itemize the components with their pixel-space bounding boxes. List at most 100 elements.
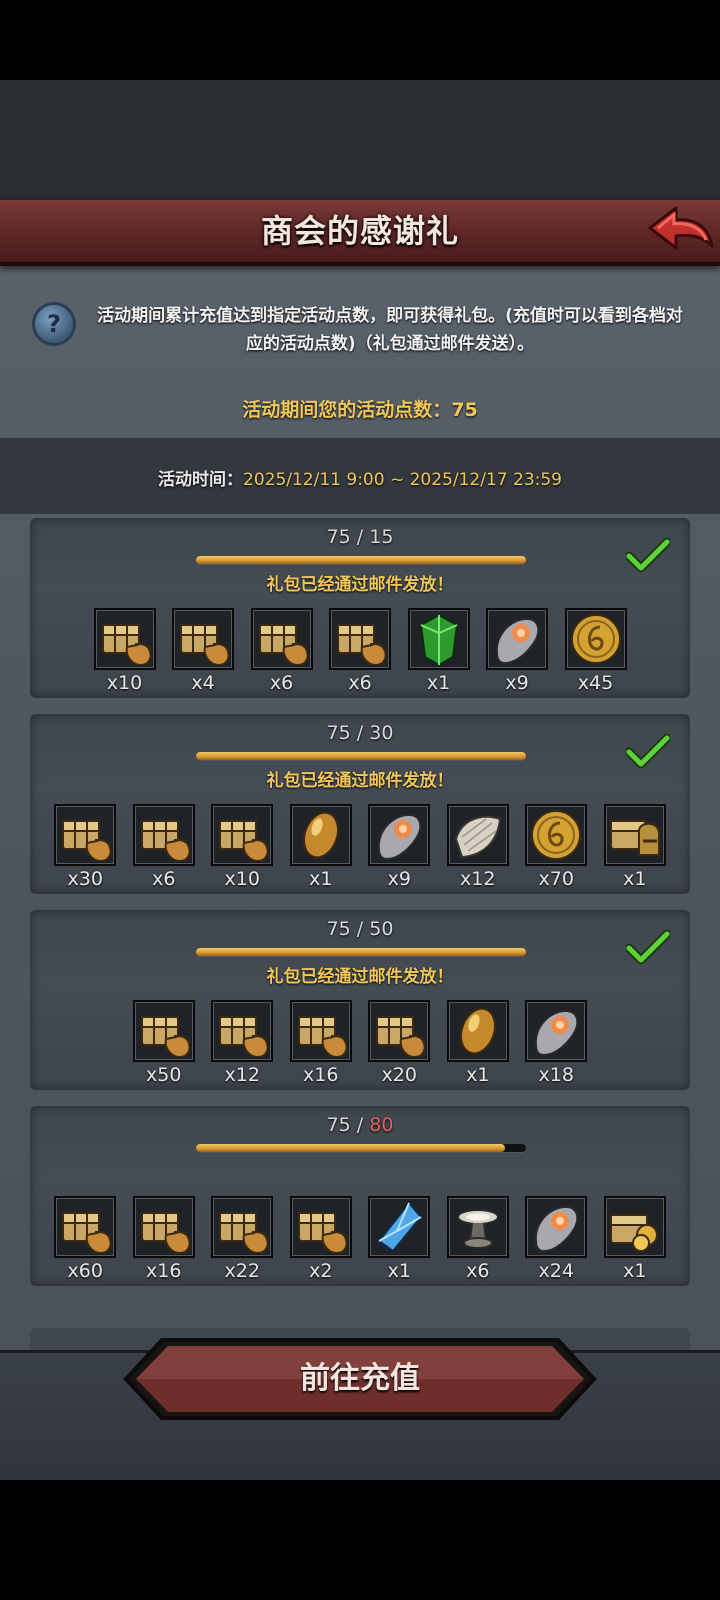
reward-item[interactable]: x12: [446, 804, 509, 892]
reward-item[interactable]: x30: [54, 804, 117, 892]
reward-quantity: x70: [538, 868, 574, 890]
reward-icon-frame: [603, 1196, 666, 1258]
event-description: 活动期间累计充值达到指定活动点数，即可获得礼包。(充值时可以看到各档对应的活动点…: [97, 306, 683, 354]
reward-item[interactable]: x2: [289, 1196, 352, 1284]
reward-icon-frame: [93, 608, 156, 670]
back-arrow-icon: [648, 206, 714, 250]
reward-icon-frame: [446, 1000, 509, 1062]
reward-item[interactable]: x16: [132, 1196, 195, 1284]
reward-item[interactable]: x6: [250, 608, 313, 696]
reward-item[interactable]: x22: [211, 1196, 274, 1284]
tier-status: 礼包已经通过邮件发放！: [266, 575, 454, 595]
reward-quantity: x1: [426, 672, 451, 694]
reward-quantity: x10: [224, 868, 260, 890]
reward-item[interactable]: x12: [211, 1000, 274, 1088]
blue-crystal-icon: [377, 1201, 423, 1253]
back-button[interactable]: [646, 202, 716, 258]
reward-item[interactable]: x60: [54, 1196, 117, 1284]
reward-icon-frame: [132, 1000, 195, 1062]
activity-points: 活动期间您的活动点数：75: [242, 399, 478, 421]
reward-item[interactable]: x50: [132, 1000, 195, 1088]
tier-separator: /: [350, 526, 370, 548]
chest-helmet-icon: [609, 820, 660, 856]
chest-bag-icon: [101, 624, 151, 665]
reward-item[interactable]: x6: [132, 804, 195, 892]
reward-icon-frame: [525, 1000, 588, 1062]
reward-quantity: x6: [466, 1260, 490, 1282]
reward-icon-frame: [368, 1000, 431, 1062]
reward-icon-frame: [172, 608, 234, 670]
reward-item[interactable]: x45: [564, 608, 627, 696]
reward-quantity: x22: [224, 1260, 260, 1282]
reward-item[interactable]: x6: [446, 1196, 509, 1284]
reward-icon-frame: [289, 1000, 352, 1062]
reward-icon-frame: [54, 804, 117, 866]
reward-item[interactable]: x9: [486, 608, 548, 696]
reward-item[interactable]: x9: [368, 804, 431, 892]
reward-quantity: x20: [381, 1064, 417, 1086]
reward-item[interactable]: x20: [368, 1000, 431, 1088]
reward-quantity: x18: [538, 1064, 574, 1086]
reward-icon-frame: [368, 804, 431, 866]
reward-quantity: x1: [623, 1260, 647, 1282]
reward-item[interactable]: x16: [289, 1000, 352, 1088]
event-time-label: 活动时间：: [158, 470, 243, 490]
reward-item[interactable]: x1: [603, 804, 666, 892]
reward-icon-frame: [525, 804, 588, 866]
reward-item[interactable]: x10: [93, 608, 156, 696]
chest-bag-icon: [140, 1212, 190, 1253]
reward-quantity: x30: [67, 868, 103, 890]
reward-item[interactable]: x24: [525, 1196, 588, 1284]
reward-item[interactable]: x1: [368, 1196, 431, 1284]
reward-item[interactable]: x10: [211, 804, 274, 892]
chest-bag-icon: [297, 1212, 347, 1253]
reward-quantity: x16: [146, 1260, 182, 1282]
green-crystal-icon: [419, 613, 458, 665]
tier-progress-text: 75 / 50: [30, 918, 690, 940]
reward-item[interactable]: x1: [446, 1000, 509, 1088]
reward-quantity: x4: [191, 672, 215, 694]
reward-icon-frame: [250, 608, 313, 670]
chest-bag-icon: [140, 1016, 190, 1057]
reward-quantity: x6: [152, 868, 176, 890]
stone-icon: [495, 617, 540, 665]
tier-progress-bar: [196, 1144, 526, 1152]
tier-progress-fill: [196, 752, 526, 760]
reward-item[interactable]: x1: [407, 608, 470, 696]
tier-required-points: 30: [369, 722, 394, 744]
reward-item[interactable]: x4: [172, 608, 234, 696]
reward-quantity: x45: [577, 672, 614, 694]
reward-quantity: x24: [538, 1260, 574, 1282]
chest-bag-icon: [337, 624, 386, 665]
reward-icon-frame: [446, 804, 509, 866]
status-bar-area: [0, 0, 720, 80]
reward-icon-frame: [289, 1196, 352, 1258]
reward-item[interactable]: x18: [525, 1000, 588, 1088]
reward-icon-frame: [54, 1196, 117, 1258]
tier-separator: /: [350, 918, 370, 940]
gold-egg-icon: [459, 1007, 496, 1055]
reward-icon-frame: [289, 804, 352, 866]
reward-icon-frame: [211, 1000, 274, 1062]
reward-icon-frame: [211, 1196, 274, 1258]
gold-egg-icon: [302, 811, 339, 859]
reward-item[interactable]: x70: [525, 804, 588, 892]
reward-icon-frame: [132, 804, 195, 866]
reward-icon-frame: [525, 1196, 588, 1258]
tier-progress-fill: [196, 1144, 506, 1152]
reward-quantity: x60: [67, 1260, 103, 1282]
chest-bag-icon: [219, 1016, 269, 1057]
reward-quantity: x9: [505, 672, 529, 694]
nav-bar-area: [0, 1480, 720, 1600]
chest-bag-icon: [258, 624, 308, 665]
reward-item[interactable]: x6: [329, 608, 391, 696]
tier-progress-bar: [196, 556, 526, 564]
help-icon[interactable]: ?: [32, 302, 76, 346]
tier-reward-list: x50 x12 x16 x20 x1 x18: [30, 1000, 690, 1088]
reward-item[interactable]: x1: [603, 1196, 666, 1284]
gold-coin-icon: [570, 614, 621, 664]
recharge-button[interactable]: 前往充值: [122, 1336, 598, 1422]
reward-item[interactable]: x1: [289, 804, 352, 892]
chest-gold-icon: [609, 1214, 658, 1252]
fabric-icon: [454, 815, 501, 859]
